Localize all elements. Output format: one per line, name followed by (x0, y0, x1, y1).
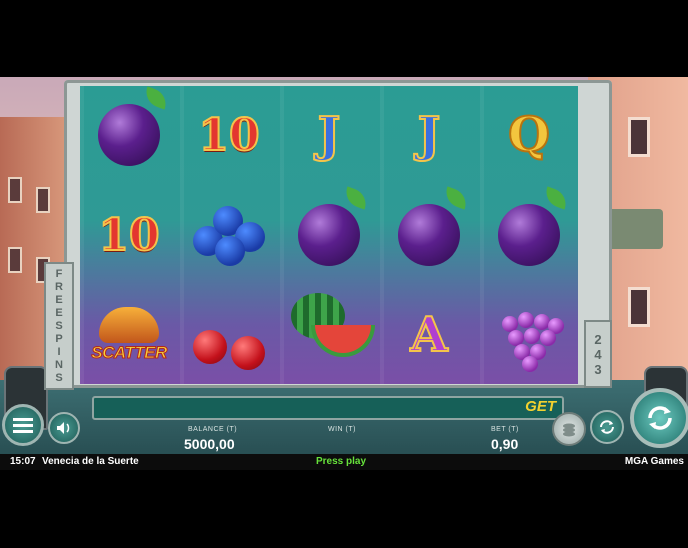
symbol-plum (380, 186, 478, 284)
symbol-plum (280, 186, 378, 284)
j-label: J (417, 106, 442, 164)
status-bar: 15:07 Venecia de la Suerte Press play MG… (0, 454, 688, 470)
clock: 15:07 (10, 456, 36, 467)
j-label: J (317, 106, 342, 164)
window (8, 177, 22, 203)
symbol-watermelon (280, 286, 378, 384)
speaker-icon (57, 422, 70, 434)
q-label: Q (507, 106, 551, 164)
message-bar: GET (92, 396, 564, 420)
provider-name: MGA Games (624, 456, 684, 467)
symbol-blueberries (180, 186, 278, 284)
freespins-pillar: FREESPINS (44, 262, 74, 390)
plum-icon (98, 104, 160, 166)
symbol-plum (480, 186, 578, 284)
cherries-icon (187, 300, 271, 370)
ways-counter: 243 (584, 320, 612, 388)
symbol-plum (80, 86, 178, 184)
coin-stack-icon (563, 423, 575, 437)
symbol-j: J (280, 86, 378, 184)
bet-button[interactable] (552, 412, 586, 446)
game-title: Venecia de la Suerte (42, 456, 139, 467)
window (8, 247, 22, 273)
status-message: Press play (316, 456, 367, 467)
autoplay-icon (600, 420, 614, 434)
menu-button[interactable] (2, 404, 44, 446)
reel-grid: 10 J J Q 10 SCATTER A (80, 86, 578, 384)
symbol-ten: 10 (180, 86, 278, 184)
plum-icon (298, 204, 360, 266)
spin-arrows-icon (648, 406, 672, 430)
ten-label: 10 (197, 109, 260, 162)
get-label: GET (525, 398, 556, 415)
window (628, 287, 650, 327)
autoplay-button[interactable] (590, 410, 624, 444)
symbol-scatter: SCATTER (80, 286, 178, 384)
balance-label: BALANCE (T) (188, 426, 238, 433)
balcony (603, 209, 663, 249)
symbol-cherries (180, 286, 278, 384)
ten-label: 10 (97, 209, 160, 262)
scatter-label: SCATTER (91, 343, 168, 363)
win-label: WIN (T) (328, 426, 356, 433)
sound-button[interactable] (48, 412, 80, 444)
bet-label: BET (T) (491, 426, 519, 433)
window (628, 117, 650, 157)
symbol-j: J (380, 86, 478, 184)
blueberries-icon (189, 200, 269, 270)
menu-icon (13, 418, 33, 433)
symbol-grapes (480, 286, 578, 384)
plum-icon (398, 204, 460, 266)
plum-icon (498, 204, 560, 266)
grapes-icon (494, 300, 564, 372)
a-label: A (409, 306, 448, 364)
symbol-a: A (380, 286, 478, 384)
mask-icon (99, 307, 159, 343)
symbol-ten: 10 (80, 186, 178, 284)
window (36, 187, 50, 213)
bet-value: 0,90 (491, 436, 519, 452)
balance-value: 5000,00 (184, 436, 235, 452)
symbol-q: Q (480, 86, 578, 184)
watermelon-icon (291, 293, 375, 357)
spin-button[interactable] (630, 388, 688, 448)
